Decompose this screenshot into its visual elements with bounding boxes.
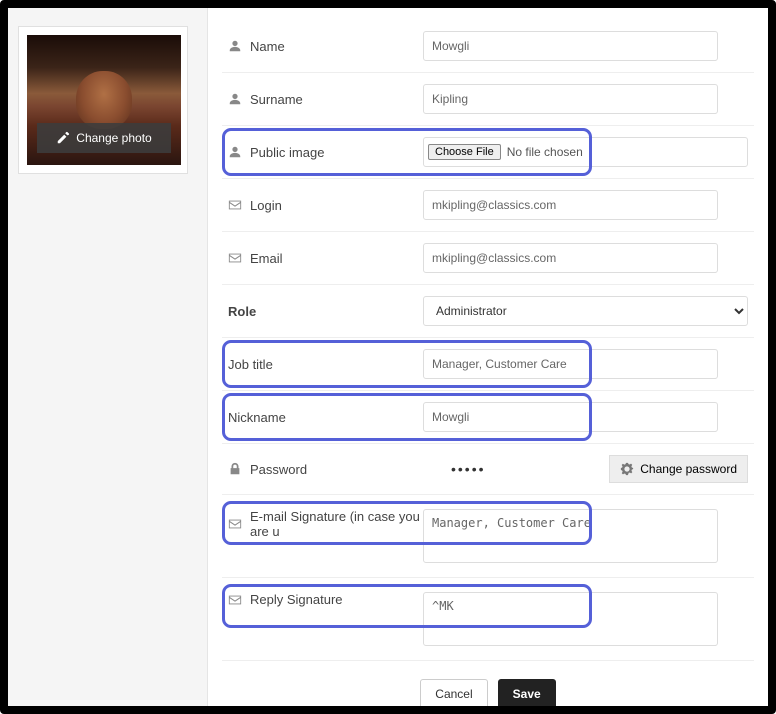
row-role: Role Administrator [222, 285, 754, 338]
change-password-button[interactable]: Change password [609, 455, 748, 483]
file-input-wrap: Choose File No file chosen [423, 137, 748, 167]
change-photo-label: Change photo [76, 131, 151, 145]
row-surname: Surname [222, 73, 754, 126]
label-job-title: Job title [228, 357, 273, 372]
app-frame: Change photo Name [0, 0, 776, 714]
label-reply-signature: Reply Signature [250, 592, 343, 607]
email-signature-input[interactable] [423, 509, 718, 563]
gear-icon [620, 462, 634, 476]
mail-icon [228, 251, 242, 265]
email-input[interactable] [423, 243, 718, 273]
row-nickname: Nickname [222, 391, 754, 444]
choose-file-button[interactable]: Choose File [428, 144, 501, 160]
row-email-signature: E-mail Signature (in case you are u [222, 495, 754, 578]
person-icon [228, 92, 242, 106]
person-icon [228, 145, 242, 159]
reply-signature-input[interactable] [423, 592, 718, 646]
cancel-button[interactable]: Cancel [420, 679, 487, 706]
label-name: Name [250, 39, 285, 54]
photo-card: Change photo [18, 26, 188, 174]
row-email: Email [222, 232, 754, 285]
avatar: Change photo [27, 35, 181, 165]
row-job-title: Job title [222, 338, 754, 391]
job-title-input[interactable] [423, 349, 718, 379]
layout: Change photo Name [8, 8, 768, 706]
row-public-image: Public image Choose File No file chosen [222, 126, 754, 179]
row-password: Password ••••• Change password [222, 444, 754, 495]
label-email: Email [250, 251, 283, 266]
label-role: Role [228, 304, 256, 319]
row-login: Login [222, 179, 754, 232]
label-password: Password [250, 462, 307, 477]
label-nickname: Nickname [228, 410, 286, 425]
person-icon [228, 39, 242, 53]
row-reply-signature: Reply Signature [222, 578, 754, 661]
change-password-label: Change password [640, 462, 737, 476]
name-input[interactable] [423, 31, 718, 61]
mail-icon [228, 593, 242, 607]
form-footer: Cancel Save [222, 661, 754, 706]
label-surname: Surname [250, 92, 303, 107]
login-input[interactable] [423, 190, 718, 220]
sidebar: Change photo [8, 8, 208, 706]
nickname-input[interactable] [423, 402, 718, 432]
mail-icon [228, 198, 242, 212]
pencil-icon [56, 131, 70, 145]
file-status-text: No file chosen [507, 145, 583, 159]
surname-input[interactable] [423, 84, 718, 114]
role-select[interactable]: Administrator [423, 296, 748, 326]
label-public-image: Public image [250, 145, 324, 160]
change-photo-button[interactable]: Change photo [37, 123, 171, 153]
mail-icon [228, 517, 242, 531]
row-name: Name [222, 20, 754, 73]
main-form: Name Surname [208, 8, 768, 706]
lock-icon [228, 462, 242, 476]
password-masked: ••••• [423, 461, 486, 477]
label-login: Login [250, 198, 282, 213]
save-button[interactable]: Save [498, 679, 556, 706]
label-email-signature: E-mail Signature (in case you are u [250, 509, 423, 539]
